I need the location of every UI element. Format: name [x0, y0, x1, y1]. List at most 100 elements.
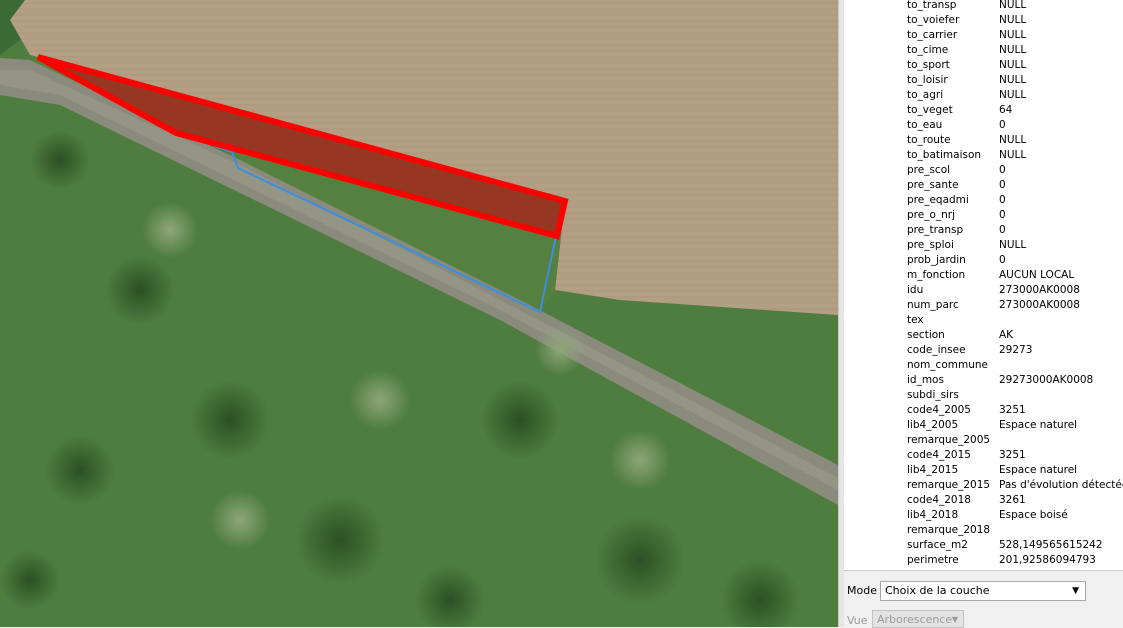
attribute-row[interactable]: pre_sploi NULL [844, 238, 1123, 253]
attribute-field-name: code4_2005 [907, 404, 971, 416]
attribute-row[interactable]: remarque_2018 [844, 523, 1123, 538]
attribute-row[interactable]: nom_commune [844, 358, 1123, 373]
satellite-imagery [0, 0, 838, 627]
attribute-row[interactable]: pre_scol 0 [844, 163, 1123, 178]
vue-label: Vue [847, 614, 868, 627]
attribute-row[interactable]: pre_transp 0 [844, 223, 1123, 238]
attribute-field-value: 0 [999, 224, 1006, 236]
attribute-field-value: NULL [999, 29, 1027, 41]
attribute-field-name: to_agri [907, 89, 944, 101]
attribute-row[interactable]: m_fonction AUCUN LOCAL [844, 268, 1123, 283]
attribute-field-name: to_route [907, 134, 951, 146]
attribute-field-value: NULL [999, 149, 1027, 161]
attribute-field-name: to_voiefer [907, 14, 960, 26]
map-canvas[interactable] [0, 0, 838, 627]
attribute-field-value: NULL [999, 0, 1027, 11]
attribute-row[interactable]: to_eau 0 [844, 118, 1123, 133]
mode-label: Mode [847, 584, 877, 597]
attribute-field-value: 3261 [999, 494, 1026, 506]
attribute-row[interactable]: lib4_2018 Espace boisé [844, 508, 1123, 523]
mode-select[interactable]: Choix de la couche ▼ [880, 581, 1086, 601]
attribute-field-name: to_batimaison [907, 149, 982, 161]
attribute-field-name: prob_jardin [907, 254, 966, 266]
attribute-row[interactable]: id_mos 29273000AK0008 [844, 373, 1123, 388]
attribute-field-value: 64 [999, 104, 1013, 116]
attribute-field-value: NULL [999, 14, 1027, 26]
attribute-field-name: remarque_2015 [907, 479, 991, 491]
attribute-field-name: id_mos [907, 374, 944, 386]
attribute-row[interactable]: to_voiefer NULL [844, 13, 1123, 28]
attribute-field-name: perimetre [907, 554, 959, 566]
attribute-field-name: code4_2015 [907, 449, 971, 461]
attribute-field-name: to_sport [907, 59, 950, 71]
attribute-row[interactable]: num_parc 273000AK0008 [844, 298, 1123, 313]
attribute-row[interactable]: to_cime NULL [844, 43, 1123, 58]
attribute-field-name: nom_commune [907, 359, 988, 371]
attribute-row[interactable]: code4_2015 3251 [844, 448, 1123, 463]
attribute-field-value: NULL [999, 59, 1027, 71]
attribute-field-value: 273000AK0008 [999, 299, 1080, 311]
attribute-field-name: code4_2018 [907, 494, 971, 506]
attribute-row[interactable]: to_batimaison NULL [844, 148, 1123, 163]
attribute-field-value: Espace boisé [999, 509, 1068, 521]
attribute-row[interactable]: section AK [844, 328, 1123, 343]
attribute-row[interactable]: remarque_2005 [844, 433, 1123, 448]
attribute-field-name: to_cime [907, 44, 949, 56]
attribute-field-name: tex [907, 314, 924, 326]
attribute-row[interactable]: perimetre 201,92586094793 [844, 553, 1123, 568]
attribute-row[interactable]: pre_o_nrj 0 [844, 208, 1123, 223]
attribute-row[interactable]: code4_2018 3261 [844, 493, 1123, 508]
attribute-row[interactable]: tex [844, 313, 1123, 328]
attribute-row[interactable]: lib4_2005 Espace naturel [844, 418, 1123, 433]
attribute-row[interactable]: to_route NULL [844, 133, 1123, 148]
attribute-row[interactable]: idu 273000AK0008 [844, 283, 1123, 298]
attribute-row[interactable]: remarque_2015 Pas d'évolution détectée [844, 478, 1123, 493]
attribute-field-value: 201,92586094793 [999, 554, 1096, 566]
attribute-field-value: 29273 [999, 344, 1033, 356]
attribute-field-value: 0 [999, 194, 1006, 206]
attribute-row[interactable]: code4_2005 3251 [844, 403, 1123, 418]
attribute-field-name: remarque_2018 [907, 524, 991, 536]
attribute-row[interactable]: pre_eqadmi 0 [844, 193, 1123, 208]
attribute-row[interactable]: to_agri NULL [844, 88, 1123, 103]
attribute-field-value: NULL [999, 134, 1027, 146]
attribute-field-name: num_parc [907, 299, 959, 311]
attribute-field-name: to_carrier [907, 29, 958, 41]
attribute-field-value: 3251 [999, 404, 1026, 416]
attribute-field-name: to_veget [907, 104, 953, 116]
mode-select-value: Choix de la couche [885, 584, 990, 597]
chevron-down-icon: ▼ [951, 615, 958, 624]
attribute-field-name: subdi_sirs [907, 389, 959, 401]
attribute-field-name: surface_m2 [907, 539, 968, 551]
attribute-field-value: 273000AK0008 [999, 284, 1080, 296]
attribute-row[interactable]: to_veget 64 [844, 103, 1123, 118]
attribute-field-value: NULL [999, 89, 1027, 101]
attribute-row[interactable]: to_loisir NULL [844, 73, 1123, 88]
vue-select: Arborescence ▼ [872, 610, 964, 628]
attribute-field-value: Pas d'évolution détectée [999, 479, 1123, 491]
identify-results-panel: to_transp NULL to_voiefer NULL to_carrier NUL… [844, 0, 1123, 628]
attribute-table[interactable]: to_transp NULL to_voiefer NULL to_carrier NUL… [844, 0, 1123, 571]
attribute-field-name: pre_sante [907, 179, 959, 191]
attribute-row[interactable]: lib4_2015 Espace naturel [844, 463, 1123, 478]
attribute-field-value: Espace naturel [999, 464, 1078, 476]
attribute-field-name: to_eau [907, 119, 943, 131]
attribute-field-name: idu [907, 284, 924, 296]
attribute-row[interactable]: to_sport NULL [844, 58, 1123, 73]
attribute-row[interactable]: to_transp NULL [844, 0, 1123, 13]
attribute-field-value: 0 [999, 254, 1006, 266]
attribute-field-value: 3251 [999, 449, 1026, 461]
attribute-row[interactable]: subdi_sirs [844, 388, 1123, 403]
attribute-field-name: remarque_2005 [907, 434, 991, 446]
attribute-row[interactable]: surface_m2 528,149565615242 [844, 538, 1123, 553]
attribute-field-name: code_insee [907, 344, 966, 356]
attribute-row[interactable]: code_insee 29273 [844, 343, 1123, 358]
attribute-field-name: section [907, 329, 945, 341]
attribute-row[interactable]: prob_jardin 0 [844, 253, 1123, 268]
attribute-row[interactable]: to_carrier NULL [844, 28, 1123, 43]
attribute-field-name: pre_transp [907, 224, 964, 236]
attribute-field-value: 0 [999, 179, 1006, 191]
attribute-field-value: AUCUN LOCAL [999, 269, 1075, 281]
attribute-row[interactable]: pre_sante 0 [844, 178, 1123, 193]
attribute-field-value: NULL [999, 239, 1027, 251]
